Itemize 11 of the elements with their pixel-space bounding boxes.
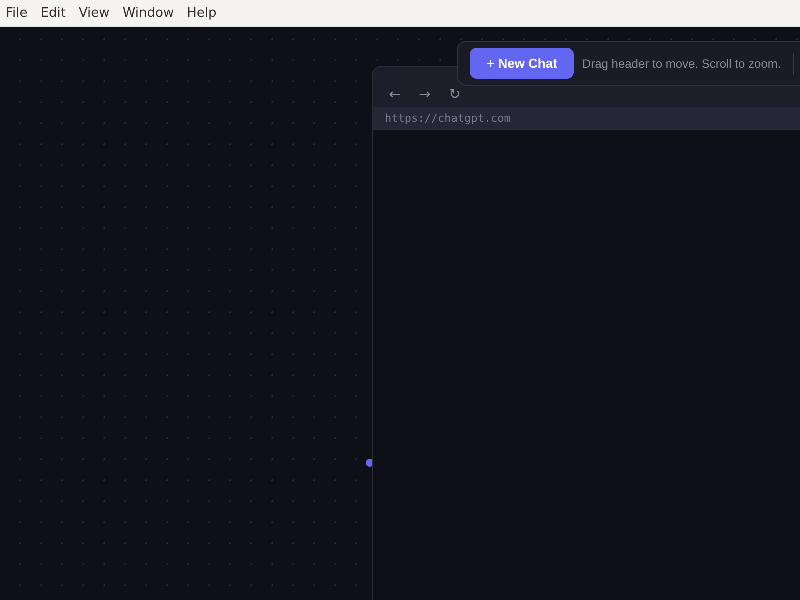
menu-item[interactable]: Window [122, 6, 174, 20]
url-text: https://chatgpt.com [385, 112, 511, 124]
hint-text: Drag header to move. Scroll to zoom. [582, 56, 782, 70]
nav-button[interactable]: ↻ [447, 88, 463, 102]
new-chat-button[interactable]: + New Chat [470, 48, 574, 79]
menu-item[interactable]: File [6, 6, 28, 20]
menu-item[interactable]: Edit [40, 6, 66, 20]
menu-item[interactable]: Help [187, 6, 217, 20]
nav-button[interactable]: ← [387, 88, 403, 102]
nav-button[interactable]: → [417, 88, 433, 102]
menu-item[interactable]: View [78, 6, 110, 20]
